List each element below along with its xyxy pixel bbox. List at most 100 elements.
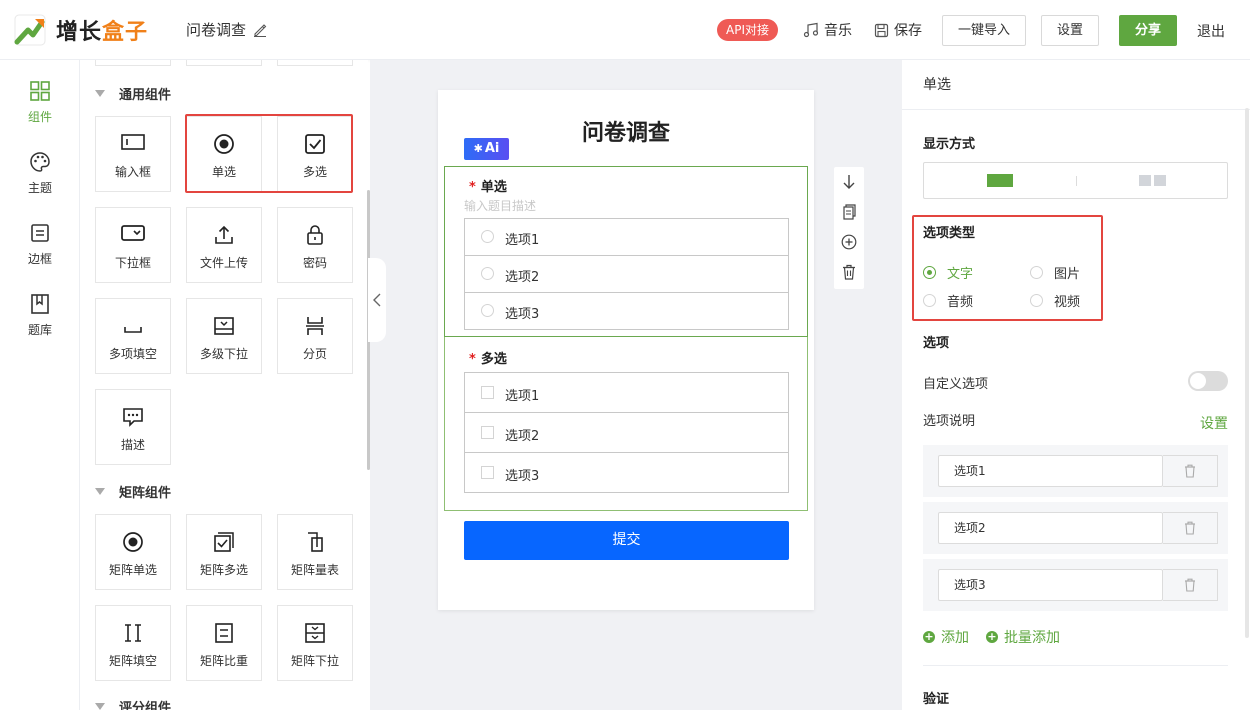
- nav-theme-label: 主题: [27, 181, 52, 195]
- radio-circle: [481, 267, 494, 280]
- nav-components[interactable]: 组件: [0, 80, 80, 125]
- component-checkbox[interactable]: 多选: [277, 116, 353, 192]
- component-matrix-dropdown[interactable]: 矩阵下拉: [277, 605, 353, 681]
- option-type-image-label: 图片: [1054, 267, 1081, 282]
- properties-panel: 单选 显示方式 选项类型 文字 图片 音频 视频 选项 自定义选项 选项说明 设…: [902, 60, 1250, 710]
- component-tile-hidden[interactable]: [186, 60, 262, 66]
- custom-option-toggle[interactable]: [1188, 371, 1228, 391]
- component-description[interactable]: 描述: [95, 389, 171, 465]
- plus-circle-icon: [841, 234, 857, 250]
- component-dropdown[interactable]: 下拉框: [95, 207, 171, 283]
- option-editor-row: 选项2: [923, 502, 1228, 554]
- collapse-panel-button[interactable]: [368, 258, 386, 342]
- logout-button[interactable]: 退出: [1197, 21, 1225, 41]
- component-radio[interactable]: 单选: [186, 116, 262, 192]
- option-type-audio[interactable]: 音频: [923, 291, 973, 310]
- component-cascade-dropdown[interactable]: 多级下拉: [186, 298, 262, 374]
- component-checkbox-label: 多选: [302, 165, 327, 179]
- required-marker: *: [469, 352, 476, 367]
- component-matrix-checkbox[interactable]: 矩阵多选: [186, 514, 262, 590]
- ai-button[interactable]: ✱ Ai: [464, 138, 509, 160]
- custom-option-label: 自定义选项: [923, 377, 989, 392]
- radio-option[interactable]: 选项3: [465, 293, 788, 329]
- question-description[interactable]: 输入题目描述: [464, 197, 536, 214]
- logo-text: 增长盒子: [56, 20, 149, 45]
- panel-header: 单选: [902, 60, 1250, 110]
- nav-question-bank[interactable]: 题库: [0, 293, 80, 338]
- music-label: 音乐: [824, 23, 852, 39]
- component-matrix-scale[interactable]: 矩阵量表: [277, 514, 353, 590]
- checkbox-option[interactable]: 选项1: [465, 373, 788, 413]
- checkbox-square: [481, 466, 494, 479]
- section-matrix-title: 矩阵组件: [119, 486, 172, 501]
- option-input[interactable]: 选项1: [938, 455, 1163, 487]
- section-rating-title: 评分组件: [119, 701, 172, 710]
- nav-border[interactable]: 边框: [0, 222, 80, 267]
- delete-option-button[interactable]: [1163, 455, 1218, 487]
- component-matrix-blank[interactable]: 矩阵填空: [95, 605, 171, 681]
- section-general[interactable]: 通用组件: [95, 84, 171, 103]
- move-down-button[interactable]: [834, 167, 864, 197]
- component-matrix-weight[interactable]: 矩阵比重: [186, 605, 262, 681]
- document-title[interactable]: 问卷调查: [186, 19, 267, 40]
- one-click-import-button[interactable]: 一键导入: [942, 15, 1026, 46]
- question-title: * 单选: [469, 176, 507, 195]
- component-multi-blank-label: 多项填空: [108, 347, 157, 361]
- option-type-video-label: 视频: [1054, 295, 1081, 310]
- option-type-text[interactable]: 文字: [923, 263, 973, 282]
- delete-option-button[interactable]: [1163, 569, 1218, 601]
- radio-option[interactable]: 选项2: [465, 256, 788, 293]
- checkbox-option[interactable]: 选项3: [465, 453, 788, 492]
- delete-option-button[interactable]: [1163, 512, 1218, 544]
- component-pagination[interactable]: 分页: [277, 298, 353, 374]
- component-pagination-label: 分页: [302, 347, 327, 361]
- question-single-choice[interactable]: * 单选 输入题目描述 选项1 选项2 选项3: [444, 166, 808, 337]
- delete-question-button[interactable]: [834, 257, 864, 287]
- component-matrix-blank-label: 矩阵填空: [108, 654, 157, 668]
- display-mode-list[interactable]: [924, 163, 1076, 198]
- add-question-button[interactable]: [834, 227, 864, 257]
- batch-add-label: 批量添加: [1004, 630, 1060, 646]
- logo[interactable]: 增长盒子: [14, 14, 148, 46]
- component-password[interactable]: 密码: [277, 207, 353, 283]
- checkbox-square: [481, 386, 494, 399]
- component-tile-hidden[interactable]: [95, 60, 171, 66]
- upload-icon: [215, 225, 233, 244]
- component-matrix-radio[interactable]: 矩阵单选: [95, 514, 171, 590]
- component-radio-label: 单选: [211, 165, 236, 179]
- option-input[interactable]: 选项2: [938, 512, 1163, 544]
- save-button[interactable]: 保存: [874, 20, 922, 40]
- batch-add-button[interactable]: + 批量添加: [986, 627, 1060, 647]
- display-mode-grid[interactable]: [1077, 163, 1229, 198]
- section-matrix[interactable]: 矩阵组件: [95, 482, 171, 501]
- nav-theme[interactable]: 主题: [0, 151, 80, 196]
- nav-question-bank-label: 题库: [27, 323, 52, 337]
- trash-icon: [1185, 578, 1195, 592]
- option-type-video[interactable]: 视频: [1030, 291, 1080, 310]
- section-rating[interactable]: 评分组件: [95, 697, 171, 710]
- component-file-upload[interactable]: 文件上传: [186, 207, 262, 283]
- collapse-triangle-icon: [95, 488, 105, 495]
- component-tile-hidden[interactable]: [277, 60, 353, 66]
- share-button[interactable]: 分享: [1119, 15, 1177, 46]
- panel-scrollbar[interactable]: [1245, 108, 1249, 638]
- component-input[interactable]: 输入框: [95, 116, 171, 192]
- checkbox-option[interactable]: 选项2: [465, 413, 788, 453]
- settings-button[interactable]: 设置: [1041, 15, 1099, 46]
- option-desc-settings-link[interactable]: 设置: [1200, 413, 1228, 433]
- edit-icon[interactable]: [253, 23, 267, 37]
- submit-button[interactable]: 提交: [464, 521, 789, 560]
- add-option-button[interactable]: + 添加: [923, 627, 969, 647]
- component-multi-blank[interactable]: 多项填空: [95, 298, 171, 374]
- api-badge[interactable]: API对接: [717, 19, 778, 41]
- component-description-label: 描述: [120, 438, 145, 452]
- option-desc-label: 选项说明: [923, 414, 976, 429]
- option-input[interactable]: 选项3: [938, 569, 1163, 601]
- option-label: 选项2: [505, 429, 540, 444]
- music-button[interactable]: 音乐: [803, 20, 852, 40]
- radio-option[interactable]: 选项1: [465, 219, 788, 256]
- copy-button[interactable]: [834, 197, 864, 227]
- question-multi-choice[interactable]: * 多选 选项1 选项2 选项3: [444, 337, 808, 511]
- option-type-image[interactable]: 图片: [1030, 263, 1080, 282]
- trash-icon: [843, 264, 855, 280]
